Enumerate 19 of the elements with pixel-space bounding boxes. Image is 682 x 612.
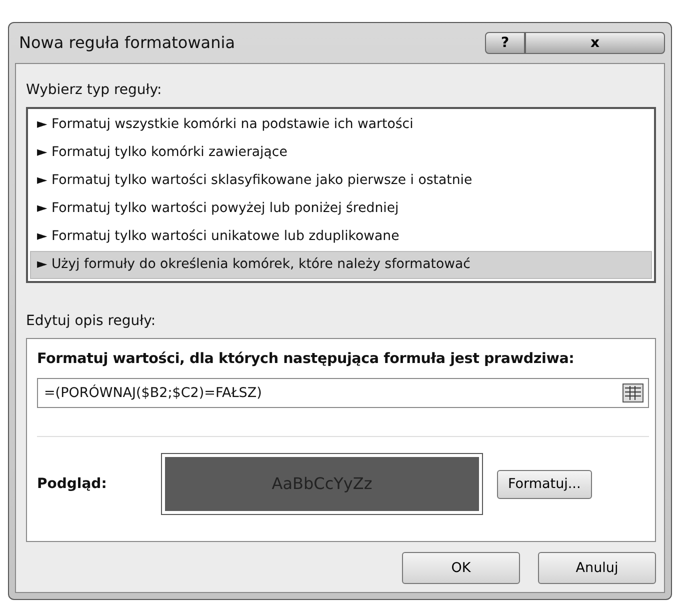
rule-type-item[interactable]: ► Formatuj tylko wartości powyżej lub poniżej średniej [30, 195, 652, 223]
close-button[interactable]: x [525, 32, 665, 54]
help-button[interactable]: ? [485, 32, 525, 54]
rule-type-item[interactable]: ► Formatuj tylko wartości sklasyfikowane jako pierwsze i ostatnie [30, 167, 652, 195]
section-label: Edytuj opis reguły: [26, 312, 157, 331]
preview-label: Podgląd: [37, 474, 108, 494]
range-picker-icon[interactable] [622, 383, 644, 404]
format-button[interactable]: Formatuj... [497, 470, 592, 499]
section-label: Wybierz typ reguły: [26, 81, 163, 100]
rule-type-item[interactable]: ► Formatuj tylko komórki zawierające [30, 139, 652, 167]
formula-field[interactable]: =(PORÓWNAJ($B2;$C2)=FAŁSZ) [37, 378, 649, 408]
rule-type-item[interactable]: ► Formatuj tylko wartości unikatowe lub zduplikowane [30, 223, 652, 251]
preview-sample: AaBbCcYyZz [161, 453, 483, 516]
rule-type-item[interactable]: ► Użyj formuły do określenia komórek, które należy sformatować [30, 251, 652, 279]
window-title: Nowa reguła formatowania [18, 32, 235, 54]
rule-type-item[interactable]: ► Formatuj wszystkie komórki na podstawie ich wartości [30, 111, 652, 139]
dialog-button[interactable]: Anuluj [538, 552, 656, 584]
dialog-button[interactable]: OK [402, 552, 520, 584]
formula-heading: Formatuj wartości, dla których następująca formuła jest prawdziwa: [37, 350, 576, 369]
